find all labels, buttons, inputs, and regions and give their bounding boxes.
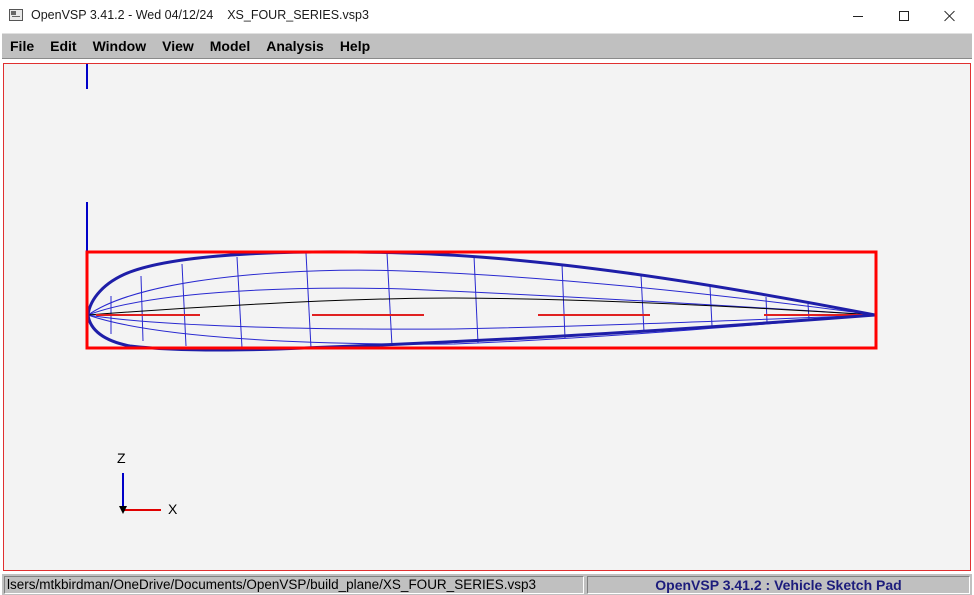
wire-section [140, 275, 144, 342]
axis-label-z: Z [117, 450, 126, 466]
maximize-icon [899, 11, 909, 21]
status-app-name: OpenVSP 3.41.2 : Vehicle Sketch Pad [587, 576, 970, 594]
menu-bar: File Edit Window View Model Analysis Hel… [2, 33, 972, 59]
menu-help[interactable]: Help [332, 34, 378, 58]
menu-analysis[interactable]: Analysis [258, 34, 332, 58]
maximize-button[interactable] [881, 0, 927, 32]
airfoil-wireframe-view [85, 64, 878, 514]
status-file-path: lsers/mtkbirdman/OneDrive/Documents/Open… [4, 576, 584, 594]
wireframe-cross-sections [110, 252, 810, 349]
menu-view[interactable]: View [154, 34, 202, 58]
wire-section [305, 252, 312, 349]
wire-section [236, 256, 243, 349]
openvsp-app-icon [9, 9, 23, 21]
close-icon [944, 10, 956, 22]
wire-section [473, 255, 479, 344]
title-bar: OpenVSP 3.41.2 - Wed 04/12/24 XS_FOUR_SE… [0, 0, 974, 32]
wire-section [386, 252, 393, 347]
menu-model[interactable]: Model [202, 34, 258, 58]
window-title: OpenVSP 3.41.2 - Wed 04/12/24 XS_FOUR_SE… [31, 8, 369, 22]
menu-edit[interactable]: Edit [42, 34, 84, 58]
axis-label-x: X [168, 501, 178, 517]
close-button[interactable] [927, 0, 973, 32]
wire-section [561, 263, 566, 339]
menu-file[interactable]: File [2, 34, 42, 58]
minimize-icon [853, 15, 863, 17]
menu-window[interactable]: Window [85, 34, 155, 58]
model-viewport[interactable] [3, 63, 971, 571]
status-bar: lsers/mtkbirdman/OneDrive/Documents/Open… [2, 574, 972, 595]
minimize-button[interactable] [835, 0, 881, 32]
wire-lower-1 [87, 314, 876, 330]
